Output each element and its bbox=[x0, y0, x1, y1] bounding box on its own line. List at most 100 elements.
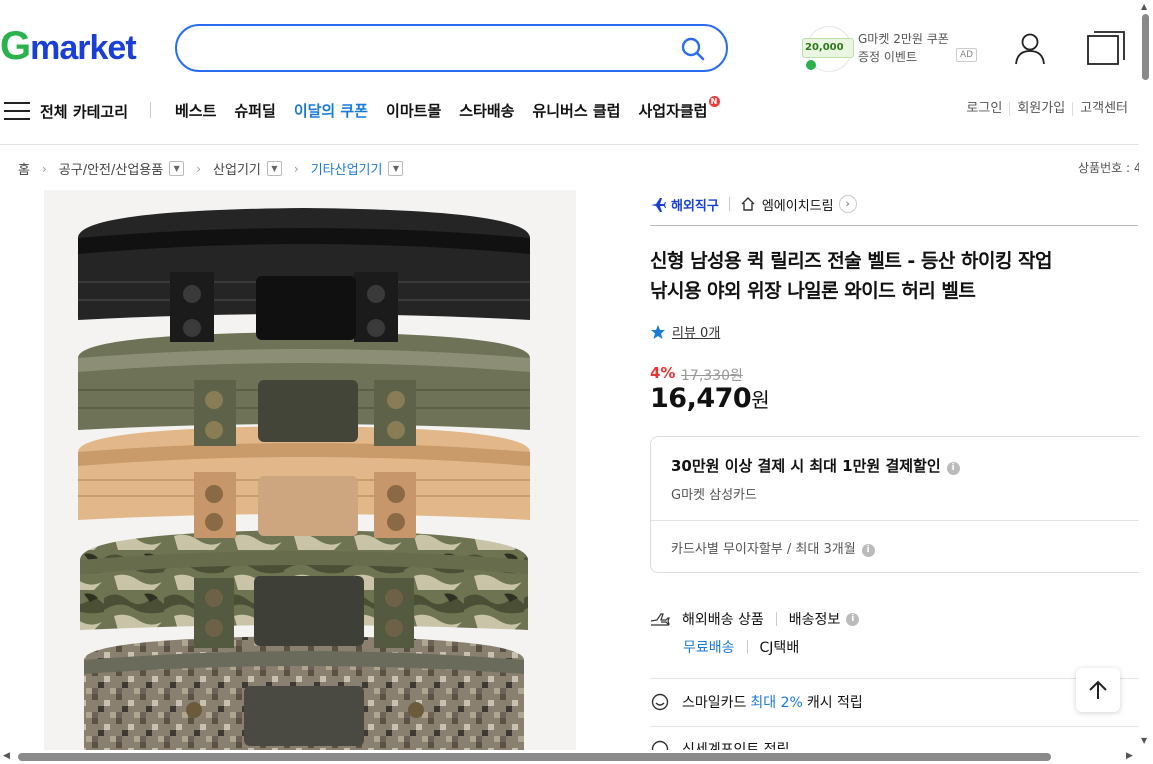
new-badge: N bbox=[708, 96, 720, 107]
product-image[interactable] bbox=[44, 190, 576, 750]
seller-name[interactable]: 엠에이치드림 bbox=[762, 195, 834, 214]
airplane-icon bbox=[651, 198, 666, 212]
vertical-scrollbar[interactable]: ▲ ▼ bbox=[1139, 0, 1153, 764]
smile-card-row: 스마일카드 최대 2% 캐시 적립 bbox=[650, 692, 1138, 712]
account-links: 로그인 회원가입 고객센터 bbox=[959, 102, 1135, 116]
smile-card-suffix: 캐시 적립 bbox=[806, 695, 863, 711]
coupon-amount: 20,000 bbox=[805, 42, 844, 53]
coupon-amount-chip[interactable]: 20,000 bbox=[802, 38, 854, 70]
breadcrumb: 홈 › 공구/안전/산업용품 ▼ › 산업기기 ▼ › 기타산업기기 ▼ bbox=[18, 159, 404, 178]
breadcrumb-cat1[interactable]: 공구/안전/산업용품 bbox=[59, 159, 163, 178]
chevron-down-icon[interactable]: ▼ bbox=[266, 161, 282, 176]
airplane-outline-icon bbox=[650, 613, 670, 626]
review-link[interactable]: 리뷰 0개 bbox=[650, 322, 1138, 341]
belt-digital-camo bbox=[84, 636, 524, 750]
installment-text: 카드사별 무이자할부 / 최대 3개월 bbox=[671, 542, 856, 557]
seller-row: 해외직구 엠에이치드림 › bbox=[650, 194, 1138, 214]
all-categories-button[interactable]: 전체 카테고리 bbox=[40, 101, 128, 122]
search-icon[interactable] bbox=[680, 36, 706, 62]
shipping-info-label[interactable]: 배송정보 bbox=[789, 609, 841, 629]
review-count: 리뷰 0개 bbox=[672, 326, 721, 341]
shipping-row: 해외배송 상품 배송정보 i bbox=[650, 609, 1138, 629]
business-club-label: 사업자클럽 bbox=[638, 102, 708, 120]
info-icon[interactable]: i bbox=[846, 612, 860, 626]
g-coin-icon bbox=[806, 60, 816, 70]
product-title: 신형 남성용 퀵 릴리즈 전술 벨트 - 등산 하이킹 작업 낚시용 야외 위장… bbox=[650, 246, 1138, 306]
breadcrumb-home[interactable]: 홈 bbox=[18, 159, 30, 178]
star-icon bbox=[651, 324, 665, 339]
logo-text: market bbox=[30, 29, 137, 67]
scroll-up-arrow[interactable]: ▲ bbox=[1141, 2, 1147, 11]
nav-item-superdeal[interactable]: 슈퍼딜 bbox=[234, 100, 275, 121]
card-discount-headline: 30만원 이상 결제 시 최대 1만원 결제할인 i bbox=[671, 455, 960, 476]
smile-card-label: 스마일카드 bbox=[682, 695, 747, 711]
info-icon[interactable]: i bbox=[946, 462, 960, 475]
gmarket-logo[interactable]: Gmarket bbox=[0, 24, 137, 68]
customer-center-link[interactable]: 고객센터 bbox=[1072, 102, 1135, 116]
scroll-left-arrow[interactable]: ◀ bbox=[3, 751, 10, 761]
overseas-shipping-label: 해외배송 상품 bbox=[682, 612, 764, 628]
chevron-right-icon[interactable]: › bbox=[838, 195, 857, 213]
chevron-right-icon: › bbox=[196, 161, 202, 176]
scroll-down-arrow[interactable]: ▼ bbox=[1141, 736, 1147, 745]
overseas-direct-label[interactable]: 해외직구 bbox=[671, 195, 719, 214]
shipping-divider bbox=[746, 640, 748, 654]
breadcrumb-cat2[interactable]: 산업기기 bbox=[213, 159, 261, 178]
nav-item-best[interactable]: 베스트 bbox=[175, 100, 216, 121]
smile-card-rate: 최대 2% bbox=[750, 695, 803, 711]
horizontal-scrollbar[interactable]: ◀ ▶ bbox=[0, 750, 1139, 764]
signup-link[interactable]: 회원가입 bbox=[1009, 102, 1072, 116]
recent-items-icon[interactable] bbox=[1086, 30, 1126, 66]
product-number: 상품번호 : 4 bbox=[1078, 161, 1142, 175]
nav-divider bbox=[150, 102, 151, 118]
chevron-down-icon[interactable]: ▼ bbox=[388, 161, 404, 176]
sale-price-value: 16,470 bbox=[650, 383, 752, 414]
nav-menu: 베스트 슈퍼딜 이달의 쿠폰 이마트몰 스타배송 유니버스 클럽 사업자클럽 N bbox=[175, 96, 726, 121]
chevron-right-icon: › bbox=[41, 161, 47, 176]
scroll-right-arrow[interactable]: ▶ bbox=[1126, 751, 1133, 761]
scroll-to-top-button[interactable] bbox=[1076, 668, 1120, 712]
card-headline-text: 30만원 이상 결제 시 최대 1만원 결제할인 bbox=[671, 457, 941, 475]
breadcrumb-cat3[interactable]: 기타산업기기 bbox=[311, 159, 383, 178]
category-nav: 전체 카테고리 베스트 슈퍼딜 이달의 쿠폰 이마트몰 스타배송 유니버스 클럽… bbox=[0, 94, 1153, 126]
product-title-line2: 낚시용 야외 위장 나일론 와이드 허리 벨트 bbox=[650, 280, 976, 302]
seller-divider-line bbox=[650, 225, 1138, 226]
card-divider bbox=[651, 520, 1149, 521]
search-bar[interactable] bbox=[175, 24, 728, 72]
info-icon[interactable]: i bbox=[861, 544, 875, 557]
ad-badge: AD bbox=[956, 48, 978, 62]
card-name: G마켓 삼성카드 bbox=[671, 488, 757, 503]
home-icon bbox=[741, 197, 755, 211]
user-icon[interactable] bbox=[1012, 30, 1048, 66]
seller-divider bbox=[728, 197, 730, 211]
carrier-label: CJ택배 bbox=[759, 640, 800, 656]
nav-item-monthly-coupon[interactable]: 이달의 쿠폰 bbox=[294, 100, 368, 121]
shipping-detail-row: 무료배송 CJ택배 bbox=[683, 637, 799, 657]
chevron-right-icon: › bbox=[293, 161, 299, 176]
card-benefit-box: 30만원 이상 결제 시 최대 1만원 결제할인 i G마켓 삼성카드 카드사별 … bbox=[650, 436, 1150, 573]
smile-icon bbox=[651, 693, 669, 711]
coupon-event-text[interactable]: G마켓 2만원 쿠폰 증정 이벤트 bbox=[858, 30, 958, 66]
belts-illustration bbox=[44, 190, 576, 750]
login-link[interactable]: 로그인 bbox=[959, 102, 1009, 116]
header-divider bbox=[0, 144, 1153, 145]
coupon-line1: G마켓 2만원 쿠폰 bbox=[858, 32, 949, 46]
section-divider bbox=[650, 678, 1138, 679]
sale-price: 16,470원 bbox=[650, 383, 1138, 414]
price-unit: 원 bbox=[751, 388, 770, 412]
nav-item-star-delivery[interactable]: 스타배송 bbox=[459, 100, 514, 121]
coupon-line2: 증정 이벤트 bbox=[858, 50, 918, 64]
installment-info: 카드사별 무이자할부 / 최대 3개월 i bbox=[671, 538, 875, 557]
chevron-down-icon[interactable]: ▼ bbox=[169, 161, 185, 176]
menu-icon[interactable] bbox=[4, 101, 30, 121]
nav-item-emart[interactable]: 이마트몰 bbox=[386, 100, 441, 121]
logo-g: G bbox=[0, 24, 31, 68]
original-price: 17,330원 bbox=[681, 368, 743, 384]
vertical-scroll-thumb[interactable] bbox=[1142, 14, 1149, 80]
horizontal-scroll-thumb[interactable] bbox=[18, 753, 1051, 761]
section-divider bbox=[650, 726, 1138, 727]
search-input[interactable] bbox=[197, 26, 677, 70]
nav-item-business-club[interactable]: 사업자클럽 N bbox=[638, 96, 720, 121]
shipping-divider bbox=[775, 612, 777, 626]
nav-item-universe-club[interactable]: 유니버스 클럽 bbox=[532, 100, 620, 121]
